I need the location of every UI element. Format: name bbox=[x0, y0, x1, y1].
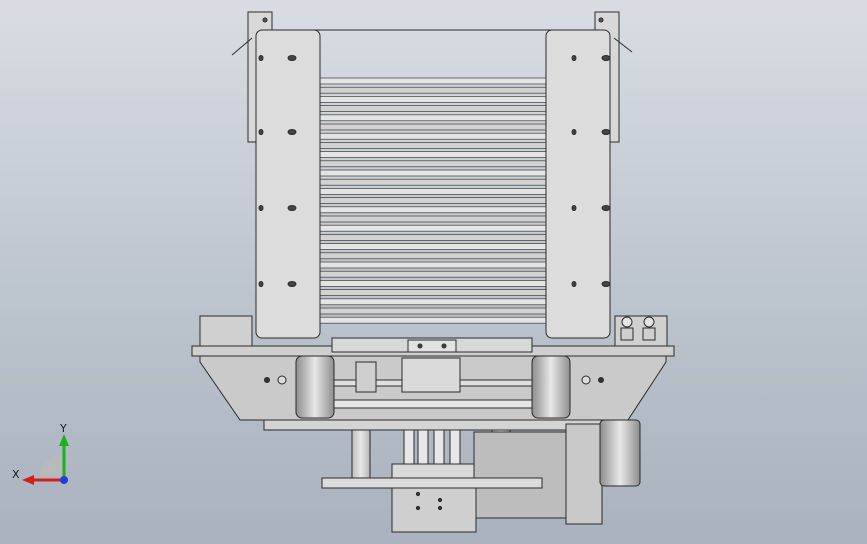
plate-hole bbox=[571, 205, 577, 211]
coordinate-triad-icon: Y X bbox=[12, 422, 69, 485]
fin-plate bbox=[319, 316, 547, 324]
x-axis-arrowhead bbox=[22, 475, 34, 485]
fin-plate bbox=[319, 151, 547, 158]
fin-stack bbox=[319, 77, 547, 324]
cad-model-viewport[interactable] bbox=[0, 0, 867, 544]
fin-plate bbox=[319, 215, 547, 223]
cad-assembly bbox=[191, 11, 675, 533]
plate-hole bbox=[601, 55, 611, 61]
lower-plate bbox=[263, 419, 605, 431]
x-axis-label: X bbox=[12, 468, 20, 481]
fin-plate bbox=[319, 307, 547, 315]
plate-hole bbox=[571, 129, 577, 135]
fin-plate bbox=[319, 252, 547, 260]
plate-hole bbox=[601, 281, 611, 287]
fin-plate bbox=[319, 206, 547, 214]
fin-plate bbox=[319, 270, 547, 278]
fin-plate bbox=[319, 169, 547, 177]
left-roller bbox=[295, 355, 335, 419]
fin-plate bbox=[319, 114, 547, 122]
plate-hole bbox=[258, 129, 264, 135]
plate-hole bbox=[571, 55, 577, 61]
fin-plate bbox=[319, 96, 547, 103]
z-axis-dot bbox=[60, 476, 68, 484]
fin-plate bbox=[319, 243, 547, 250]
fin-plate bbox=[319, 123, 547, 131]
fin-plate bbox=[319, 280, 547, 287]
plate-hole bbox=[287, 55, 297, 61]
plate-hole bbox=[601, 205, 611, 211]
fin-plate bbox=[319, 178, 547, 186]
plate-hole bbox=[258, 55, 264, 61]
left-side-plate bbox=[255, 29, 321, 339]
y-axis-arrowhead bbox=[59, 434, 69, 446]
plate-hole bbox=[287, 281, 297, 287]
right-side-plate bbox=[545, 29, 611, 339]
right-roller bbox=[531, 355, 571, 419]
fin-plate bbox=[319, 188, 547, 195]
bottom-block bbox=[391, 487, 477, 533]
plate-hole bbox=[287, 205, 297, 211]
fin-plate bbox=[319, 132, 547, 140]
fin-plate bbox=[319, 234, 547, 241]
motor bbox=[473, 419, 641, 525]
fin-plate bbox=[319, 77, 547, 85]
fin-plate bbox=[319, 142, 547, 149]
fin-plate bbox=[319, 261, 547, 269]
plate-hole bbox=[571, 281, 577, 287]
triad-quarter-disc bbox=[40, 455, 62, 477]
fin-plate bbox=[319, 298, 547, 306]
plate-hole bbox=[287, 129, 297, 135]
fin-plate bbox=[319, 86, 547, 94]
fin-plate bbox=[319, 289, 547, 296]
y-axis-label: Y bbox=[59, 422, 67, 435]
plate-hole bbox=[601, 129, 611, 135]
fin-plate bbox=[319, 224, 547, 232]
plate-hole bbox=[258, 205, 264, 211]
fin-plate bbox=[319, 160, 547, 168]
fin-plate bbox=[319, 105, 547, 112]
bottom-rail bbox=[321, 477, 543, 489]
plate-hole bbox=[258, 281, 264, 287]
fin-plate bbox=[319, 197, 547, 204]
